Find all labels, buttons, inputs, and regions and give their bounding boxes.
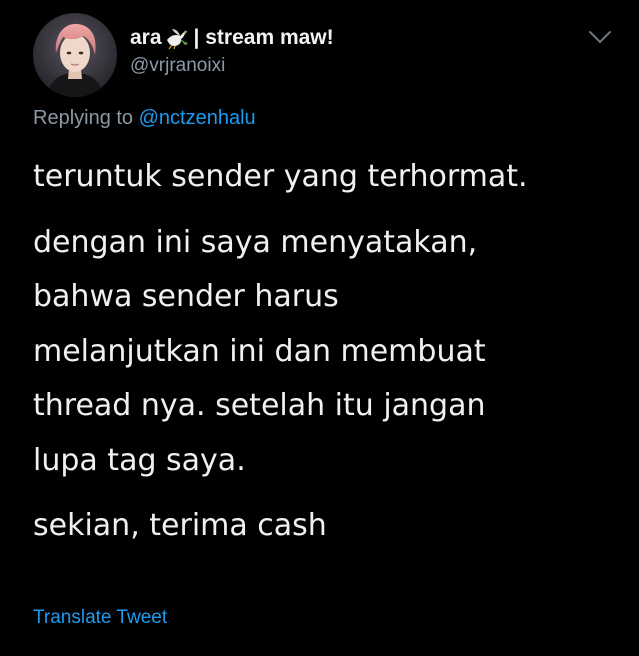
translate-tweet-link[interactable]: Translate Tweet bbox=[33, 607, 167, 629]
chevron-down-icon[interactable] bbox=[585, 26, 615, 48]
tweet-text-line: melanjutkan ini dan membuat bbox=[33, 333, 486, 369]
tweet-paragraph: teruntuk sender yang terhormat. bbox=[33, 150, 633, 205]
dove-icon bbox=[164, 26, 190, 50]
tweet-text-line: bahwa sender harus bbox=[33, 279, 339, 314]
replying-to-label: Replying to bbox=[33, 107, 139, 129]
display-name: ara bbox=[130, 26, 162, 49]
user-handle[interactable]: @vrjranoixi bbox=[130, 55, 225, 77]
tweet-text-line: thread nya. setelah itu jangan bbox=[33, 388, 486, 423]
tweet-text-line: dengan ini saya menyatakan, bbox=[33, 224, 478, 260]
tweet-paragraph: dengan ini saya menyatakan, bahwa sender… bbox=[33, 216, 633, 489]
tweet-text-line: teruntuk sender yang terhormat. bbox=[33, 159, 528, 194]
tweet-text-line: lupa tag saya. bbox=[33, 442, 246, 478]
tweet-paragraph: sekian, terima cash bbox=[33, 499, 633, 554]
tweet-text: teruntuk sender yang terhormat. dengan i… bbox=[33, 150, 633, 565]
display-name-row[interactable]: ara | stream maw! bbox=[130, 24, 334, 52]
avatar-image bbox=[33, 13, 117, 97]
replying-to-handle-link[interactable]: @nctzenhalu bbox=[139, 107, 256, 129]
display-name-suffix: | stream maw! bbox=[193, 26, 334, 49]
replying-to: Replying to @nctzenhalu bbox=[33, 107, 256, 130]
avatar[interactable] bbox=[33, 13, 117, 97]
tweet: ara | stream maw! @vrjranoixi Replying t… bbox=[0, 0, 639, 656]
tweet-text-line: sekian, terima cash bbox=[33, 508, 327, 543]
